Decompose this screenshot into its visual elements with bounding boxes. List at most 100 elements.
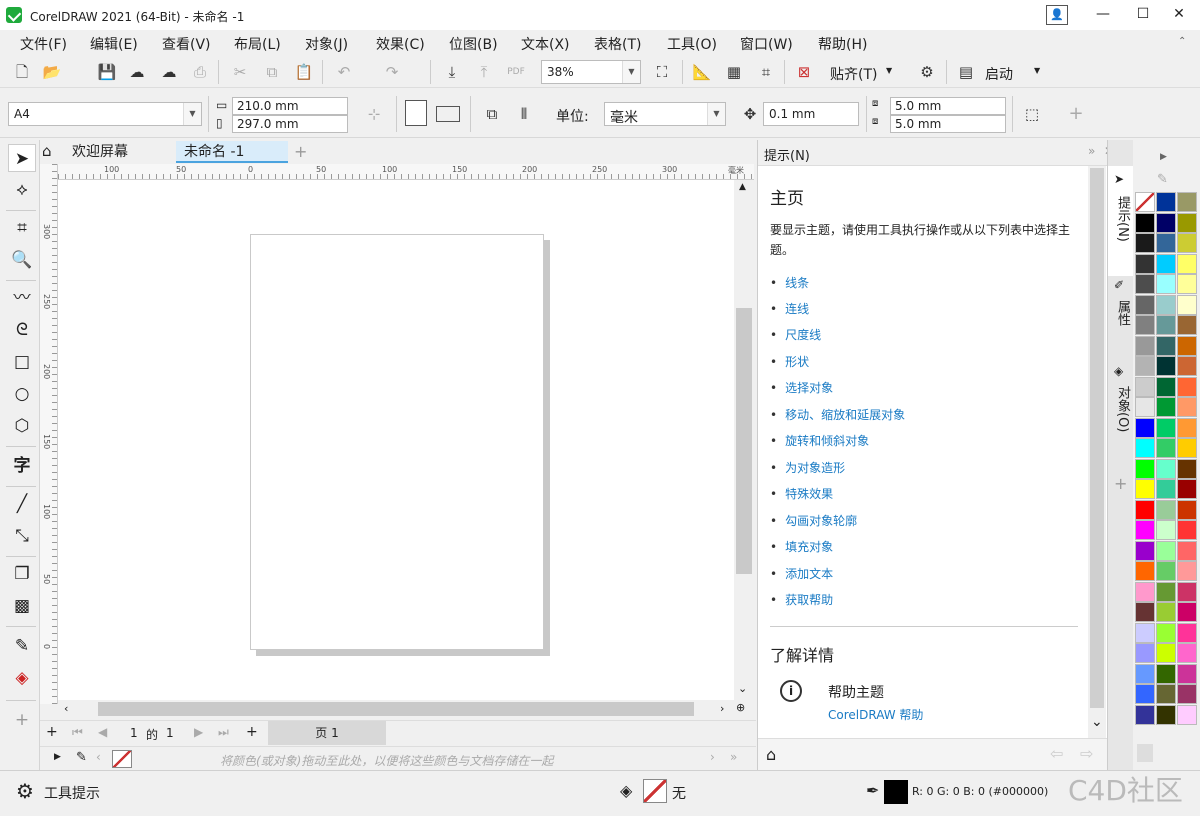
color-swatch[interactable] xyxy=(1177,684,1197,704)
color-swatch[interactable] xyxy=(1135,315,1155,335)
page-width-input[interactable]: 210.0 mm xyxy=(232,97,348,115)
color-swatch[interactable] xyxy=(1135,581,1155,602)
menu-object[interactable]: 对象(J) xyxy=(305,34,348,54)
hint-topic-link[interactable]: 连线 xyxy=(770,300,809,317)
vertical-ruler[interactable]: 300 250 200 150 100 50 0 xyxy=(40,164,58,704)
unit-select[interactable]: 毫米 ▼ xyxy=(604,102,726,126)
add-docker-icon[interactable]: + xyxy=(1114,474,1127,493)
export-icon[interactable]: ⤒ xyxy=(472,60,496,84)
hint-topic-link[interactable]: 旋转和倾斜对象 xyxy=(770,432,869,449)
color-swatch[interactable] xyxy=(1135,253,1155,274)
color-swatch[interactable] xyxy=(1177,581,1197,602)
color-swatch[interactable] xyxy=(1177,704,1197,725)
color-swatch[interactable] xyxy=(1135,397,1155,417)
new-tab-icon[interactable]: + xyxy=(294,142,307,161)
menu-edit[interactable]: 编辑(E) xyxy=(90,34,138,54)
color-swatch[interactable] xyxy=(1135,356,1155,376)
cut-icon[interactable]: ✂ xyxy=(228,60,252,84)
horizontal-scroll-thumb[interactable] xyxy=(98,702,694,716)
last-page-icon[interactable]: ⏭ xyxy=(218,725,229,740)
color-swatch[interactable] xyxy=(1156,458,1176,479)
color-swatch[interactable] xyxy=(1177,438,1197,458)
color-swatch[interactable] xyxy=(1135,540,1155,561)
hint-topic-link[interactable]: 为对象造形 xyxy=(770,459,845,476)
palette-eyedropper-icon[interactable]: ✎ xyxy=(1157,172,1168,187)
page-tab-1[interactable]: 页 1 xyxy=(268,721,386,745)
menu-file[interactable]: 文件(F) xyxy=(20,34,67,54)
palette-scroll-right-icon[interactable]: › xyxy=(710,750,715,764)
color-swatch[interactable] xyxy=(1156,212,1176,233)
save-icon[interactable]: 💾 xyxy=(95,60,119,84)
chevron-down-icon[interactable]: ▼ xyxy=(183,103,201,125)
color-swatch[interactable] xyxy=(1156,274,1176,294)
color-swatch[interactable] xyxy=(1156,602,1176,622)
menu-table[interactable]: 表格(T) xyxy=(594,34,641,54)
color-swatch[interactable] xyxy=(1177,397,1197,417)
horizontal-scrollbar[interactable]: ‹ › ⊕ xyxy=(58,700,754,718)
color-swatch[interactable] xyxy=(1177,233,1197,253)
pen-icon[interactable]: ✒ xyxy=(866,781,879,800)
color-swatch[interactable] xyxy=(1156,622,1176,643)
eyedropper-icon[interactable]: ✎ xyxy=(76,750,87,765)
portrait-button[interactable] xyxy=(405,100,427,126)
show-guidelines-icon[interactable]: ⌗ xyxy=(754,60,778,84)
page-height-input[interactable]: 297.0 mm xyxy=(232,115,348,133)
text-tool-icon[interactable]: 字 xyxy=(8,452,36,480)
rectangle-tool-icon[interactable]: □ xyxy=(8,348,36,376)
menu-window[interactable]: 窗口(W) xyxy=(740,34,793,54)
color-swatch[interactable] xyxy=(1135,643,1155,663)
menu-help[interactable]: 帮助(H) xyxy=(818,34,867,54)
interactive-fill-tool-icon[interactable]: ◈ xyxy=(8,664,36,692)
scroll-right-icon[interactable]: › xyxy=(720,702,724,715)
first-page-icon[interactable]: ⏮ xyxy=(72,725,83,740)
color-swatch[interactable] xyxy=(1135,520,1155,540)
drawing-canvas[interactable] xyxy=(58,180,734,700)
palette-expand-icon[interactable]: ▶ xyxy=(54,752,61,762)
color-swatch[interactable] xyxy=(1177,458,1197,479)
scroll-down-icon[interactable]: ⌄ xyxy=(1091,714,1103,730)
hint-topic-link[interactable]: 特殊效果 xyxy=(770,485,833,502)
paste-icon[interactable]: 📋 xyxy=(292,60,316,84)
color-swatch[interactable] xyxy=(1135,479,1155,499)
add-page-after-icon[interactable]: + xyxy=(246,724,258,740)
coreldraw-help-link[interactable]: CorelDRAW 帮助 xyxy=(828,706,923,723)
color-swatch[interactable] xyxy=(1177,212,1197,233)
color-swatch[interactable] xyxy=(1177,622,1197,643)
chevron-down-icon[interactable]: ▼ xyxy=(707,103,725,125)
palette-flyout-icon[interactable]: ▶ xyxy=(1160,152,1167,162)
fill-icon[interactable]: ◈ xyxy=(620,781,632,800)
show-grid-icon[interactable]: ▦ xyxy=(722,60,746,84)
transparency-tool-icon[interactable]: ▩ xyxy=(8,592,36,620)
color-swatch[interactable] xyxy=(1156,581,1176,602)
connector-tool-icon[interactable]: ⤡ xyxy=(8,522,36,550)
print-icon[interactable]: ⎙ xyxy=(188,60,212,84)
color-swatch[interactable] xyxy=(1135,438,1155,458)
menu-layout[interactable]: 布局(L) xyxy=(234,34,281,54)
undo-icon[interactable]: ↶ xyxy=(332,60,356,84)
tab-objects[interactable]: 对象(O) xyxy=(1110,386,1132,432)
color-swatch[interactable] xyxy=(1135,704,1155,725)
duplicate-x-input[interactable]: 5.0 mm xyxy=(890,97,1006,115)
previous-page-icon[interactable]: ◀ xyxy=(98,725,107,739)
chevron-down-icon[interactable]: ▼ xyxy=(1034,66,1040,75)
no-color-swatch[interactable] xyxy=(112,750,132,768)
page-size-select[interactable]: A4 ▼ xyxy=(8,102,202,126)
color-swatch[interactable] xyxy=(1135,663,1155,684)
color-swatch[interactable] xyxy=(1177,274,1197,294)
palette-scroll-down-icon[interactable] xyxy=(1137,744,1153,762)
color-swatch[interactable] xyxy=(1156,643,1176,663)
add-icon[interactable]: + xyxy=(1064,102,1088,126)
hint-topic-link[interactable]: 尺度线 xyxy=(770,326,821,343)
color-swatch[interactable] xyxy=(1156,397,1176,417)
color-swatch[interactable] xyxy=(1156,499,1176,520)
scroll-up-icon[interactable]: ▲ xyxy=(739,182,746,192)
forward-arrow-icon[interactable]: ⇨ xyxy=(1080,744,1093,763)
scroll-left-icon[interactable]: ‹ xyxy=(64,702,68,715)
color-swatch[interactable] xyxy=(1177,315,1197,335)
ellipse-tool-icon[interactable]: ○ xyxy=(8,380,36,408)
cloud-upload-icon[interactable]: ☁ xyxy=(157,60,181,84)
document-page[interactable] xyxy=(250,234,544,650)
eyedropper-tool-icon[interactable]: ✎ xyxy=(8,632,36,660)
color-swatch[interactable] xyxy=(1177,561,1197,581)
drop-shadow-tool-icon[interactable]: ❐ xyxy=(8,560,36,588)
